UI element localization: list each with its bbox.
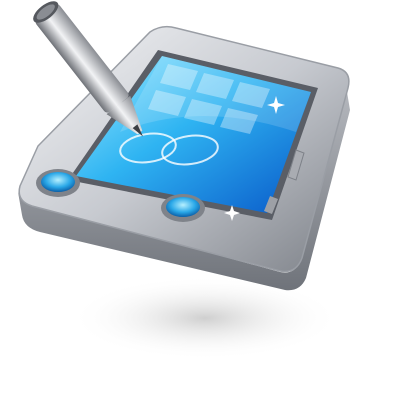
home-button-right[interactable] (161, 194, 205, 222)
drop-shadow (70, 276, 340, 360)
home-button-left[interactable] (36, 169, 80, 197)
tablet-illustration (18, 1, 350, 360)
tablet-stylus-icon (0, 0, 400, 400)
